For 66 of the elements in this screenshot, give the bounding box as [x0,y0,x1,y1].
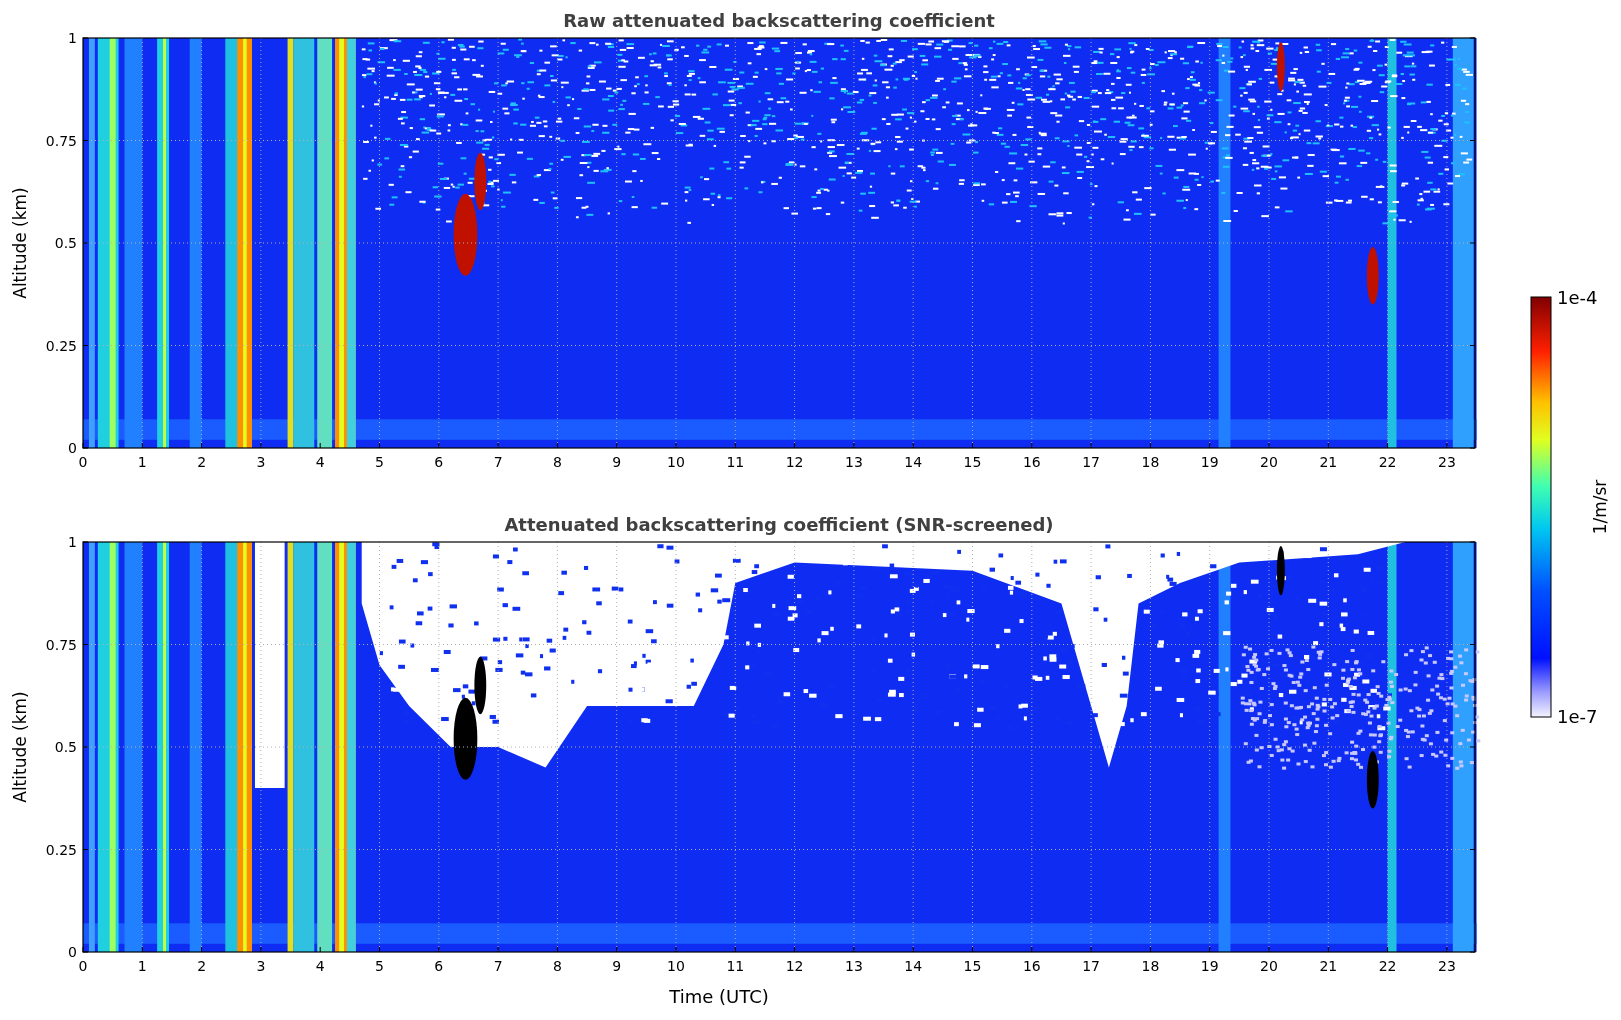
tick-label: 11 [726,958,745,974]
tick-label: 18 [1141,454,1160,470]
axis-label: Altitude (km) [10,187,30,299]
tick-label: 12 [785,454,804,470]
tick-label: 17 [1082,454,1100,470]
axis-label: Altitude (km) [10,691,30,803]
tick-label: 0 [78,958,88,974]
tick-label: 0.75 [45,132,77,149]
tick-label: 1 [68,30,77,46]
tick-label: 22 [1378,454,1397,470]
tick-label: 23 [1438,454,1456,470]
tick-label: 1 [68,534,77,550]
tick-label: 20 [1260,454,1278,470]
tick-label: 0.5 [54,235,77,251]
tick-label: 23 [1438,958,1456,974]
tick-label: 8 [552,454,562,470]
tick-label: 16 [1022,958,1041,974]
tick-label: 15 [963,454,982,470]
tick-label: 0.25 [45,337,77,354]
tick-label: 0.25 [45,841,77,858]
axis-label: Time (UTC) [669,986,769,1007]
tick-label: 7 [493,958,503,974]
tick-label: 9 [612,454,622,470]
tick-label: 4 [315,454,325,470]
tick-label: 19 [1200,958,1219,974]
tick-label: 0.75 [45,636,77,653]
tick-label: 7 [493,454,503,470]
tick-label: 22 [1378,958,1397,974]
tick-label: 13 [845,454,863,470]
tick-label: 9 [612,958,622,974]
tick-label: 12 [785,958,804,974]
tick-label: 0 [68,440,77,456]
tick-label: 3 [256,958,266,974]
colorbar-max-label: 1e-4 [1557,287,1598,308]
tick-label: 2 [197,454,207,470]
colorbar-label: 1/m/sr [1590,479,1610,535]
tick-label: 14 [904,958,923,974]
tick-label: 13 [845,958,863,974]
tick-label: 19 [1200,454,1219,470]
tick-label: 20 [1260,958,1278,974]
tick-label: 14 [904,454,923,470]
tick-label: 6 [434,958,444,974]
tick-label: 1 [137,958,147,974]
tick-label: 6 [434,454,444,470]
tick-label: 4 [315,958,325,974]
tick-label: 21 [1319,454,1338,470]
tick-label: 0 [78,454,88,470]
tick-label: 11 [726,454,745,470]
tick-label: 21 [1319,958,1338,974]
tick-label: 5 [375,958,384,974]
tick-label: 0.5 [54,739,77,755]
colorbar-min-label: 1e-7 [1557,706,1598,727]
tick-label: 2 [197,958,207,974]
tick-label: 10 [667,454,685,470]
tick-label: 15 [963,958,982,974]
tick-label: 0 [68,944,77,960]
tick-label: 17 [1082,958,1100,974]
tick-label: 3 [256,454,266,470]
tick-label: 1 [137,454,147,470]
tick-label: 10 [667,958,685,974]
tick-label: 8 [552,958,562,974]
plot-title: Attenuated backscattering coefficient (SNR-screened) [504,514,1054,535]
tick-label: 5 [375,454,384,470]
tick-label: 18 [1141,958,1160,974]
plot-title: Raw attenuated backscattering coefficient [563,10,995,31]
tick-label: 16 [1022,454,1041,470]
